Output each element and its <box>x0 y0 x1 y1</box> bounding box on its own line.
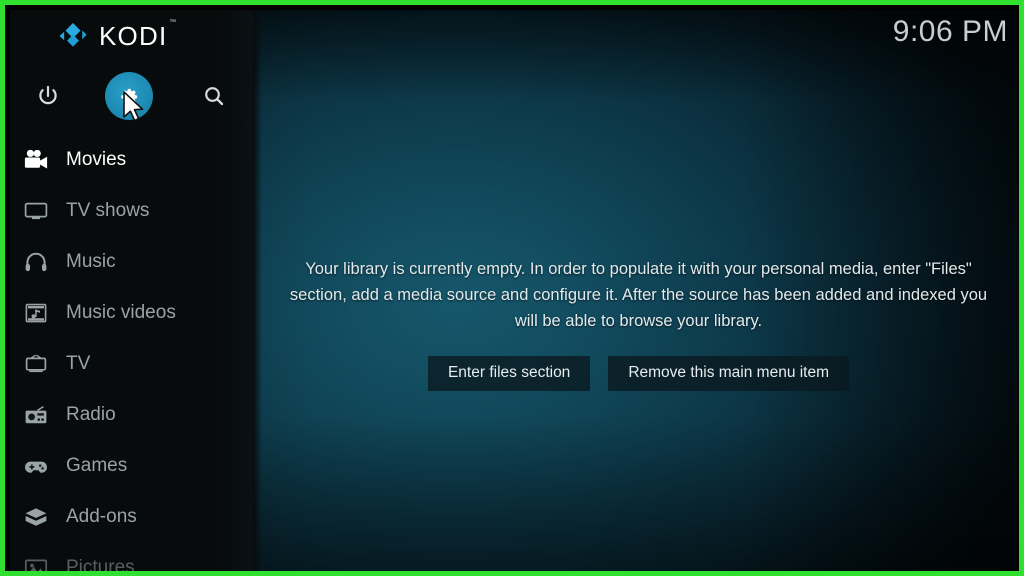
kodi-logo-icon <box>58 21 88 51</box>
sidebar-item-label: Games <box>66 454 128 476</box>
sidebar-item-games[interactable]: Games <box>10 440 253 491</box>
sidebar-item-pictures[interactable]: Pictures <box>10 542 253 576</box>
settings-button[interactable] <box>103 70 155 122</box>
clock: 9:06 PM <box>892 15 1008 48</box>
search-icon <box>205 87 224 106</box>
open-box-icon <box>19 507 53 527</box>
television-icon <box>19 354 53 374</box>
sidebar-item-label: Music <box>66 250 116 272</box>
sidebar-item-label: TV <box>66 352 91 374</box>
logo-wordmark-text: KODI <box>99 20 168 51</box>
gear-icon <box>121 88 138 105</box>
movie-camera-icon <box>19 149 53 170</box>
sidebar-item-tv[interactable]: TV <box>10 338 253 389</box>
sidebar-item-label: Movies <box>66 148 127 170</box>
sidebar-item-label: TV shows <box>66 199 150 221</box>
enter-files-section-button[interactable]: Enter files section <box>427 356 591 391</box>
headphones-icon <box>19 252 53 272</box>
radio-icon <box>19 405 53 425</box>
top-icon-bar <box>10 70 253 122</box>
sidebar-item-radio[interactable]: Radio <box>10 389 253 440</box>
power-icon <box>39 85 57 105</box>
sidebar-item-music-videos[interactable]: Music videos <box>10 287 253 338</box>
kodi-app-surface: Your library is currently empty. In orde… <box>10 10 1019 576</box>
sidebar-item-label: Radio <box>66 403 116 425</box>
sidebar-item-music[interactable]: Music <box>10 236 253 287</box>
main-content-panel: Your library is currently empty. In orde… <box>253 10 1019 571</box>
sidebar-item-movies[interactable]: Movies <box>10 134 253 185</box>
empty-library-block: Your library is currently empty. In orde… <box>253 256 1019 391</box>
empty-library-message: Your library is currently empty. In orde… <box>289 260 988 330</box>
sidebar-item-add-ons[interactable]: Add-ons <box>10 491 253 542</box>
kodi-window: Your library is currently empty. In orde… <box>0 0 1024 576</box>
sidebar-edge-fade <box>253 10 262 571</box>
picture-icon <box>19 558 53 571</box>
logo-wordmark: KODI ™ <box>99 19 176 52</box>
trademark-symbol: ™ <box>169 18 178 26</box>
sidebar-item-tv-shows[interactable]: TV shows <box>10 185 253 236</box>
sidebar-menu: Movies TV shows Music Music videos TV Ra… <box>10 134 253 576</box>
app-logo: KODI ™ <box>10 10 253 62</box>
remove-main-menu-item-button[interactable]: Remove this main menu item <box>608 356 850 391</box>
monitor-icon <box>19 201 53 221</box>
power-button[interactable] <box>22 70 74 122</box>
sidebar-item-label: Pictures <box>66 556 135 576</box>
sidebar-item-label: Music videos <box>66 301 176 323</box>
gamepad-icon <box>19 456 53 476</box>
sidebar-item-label: Add-ons <box>66 505 137 527</box>
empty-library-actions: Enter files section Remove this main men… <box>253 356 1019 391</box>
search-button[interactable] <box>188 70 240 122</box>
film-note-icon <box>19 303 53 323</box>
